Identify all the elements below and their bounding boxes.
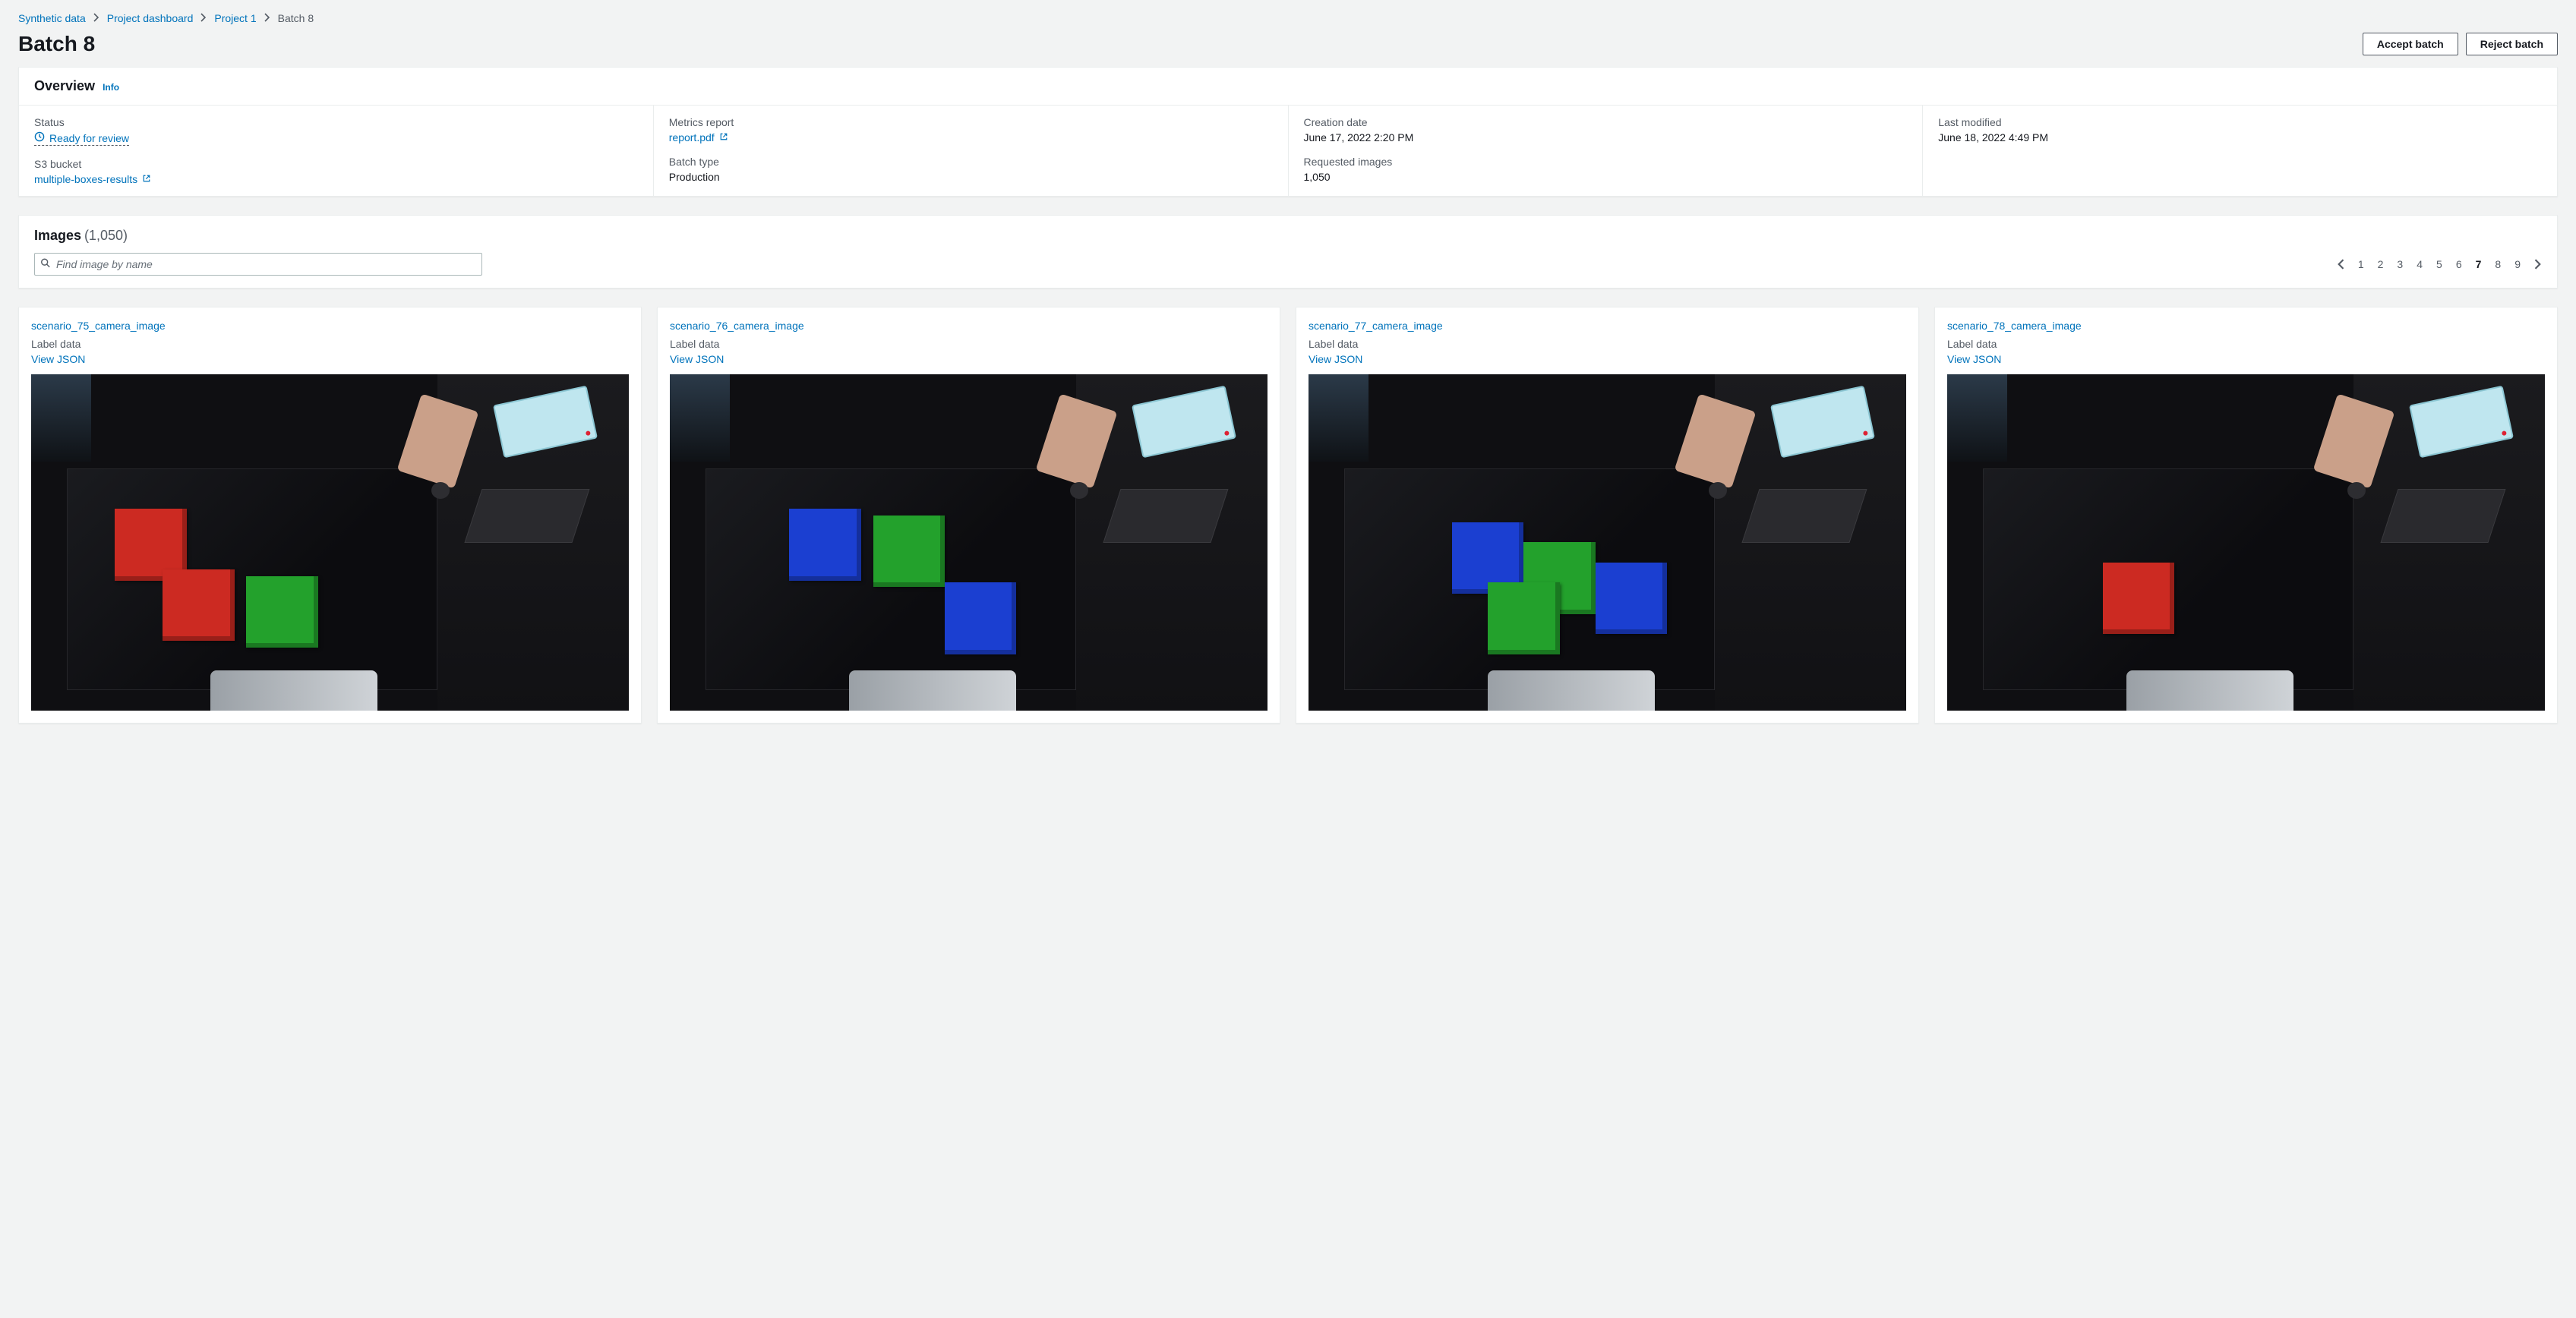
pagination-page-4[interactable]: 4 [2417, 258, 2423, 270]
chevron-right-icon [264, 12, 270, 24]
s3-bucket-label: S3 bucket [34, 158, 638, 170]
overview-info-link[interactable]: Info [103, 82, 119, 93]
breadcrumb-project-dashboard[interactable]: Project dashboard [107, 12, 194, 24]
requested-images-label: Requested images [1304, 156, 1908, 168]
pagination-next[interactable] [2534, 259, 2542, 270]
status-value-link[interactable]: Ready for review [34, 131, 129, 146]
status-label: Status [34, 116, 638, 128]
pagination-page-2[interactable]: 2 [2378, 258, 2384, 270]
search-icon [40, 258, 51, 271]
image-card: scenario_77_camera_image Label data View… [1296, 307, 1919, 724]
images-title: Images [34, 228, 81, 243]
chevron-right-icon [93, 12, 99, 24]
creation-date-label: Creation date [1304, 116, 1908, 128]
batch-type-label: Batch type [669, 156, 1273, 168]
external-link-icon [142, 173, 151, 185]
creation-date-value: June 17, 2022 2:20 PM [1304, 131, 1908, 143]
image-thumbnail[interactable] [1309, 374, 1906, 711]
pagination-page-3[interactable]: 3 [2397, 258, 2403, 270]
pagination: 1 2 3 4 5 6 7 8 9 [2337, 258, 2542, 270]
s3-bucket-text: multiple-boxes-results [34, 173, 137, 185]
metrics-report-link[interactable]: report.pdf [669, 131, 728, 143]
image-thumbnail[interactable] [670, 374, 1267, 711]
breadcrumb-project-1[interactable]: Project 1 [214, 12, 256, 24]
search-input[interactable] [34, 253, 482, 276]
page-title: Batch 8 [18, 32, 95, 56]
image-name-link[interactable]: scenario_78_camera_image [1947, 320, 2082, 332]
overview-panel: Overview Info Status Ready for review [18, 67, 2558, 197]
last-modified-label: Last modified [1938, 116, 2542, 128]
pagination-page-1[interactable]: 1 [2358, 258, 2364, 270]
label-data-text: Label data [670, 338, 1267, 350]
reject-batch-button[interactable]: Reject batch [2466, 33, 2558, 55]
images-panel: Images (1,050) 1 2 3 4 5 6 7 8 [18, 215, 2558, 289]
pagination-page-6[interactable]: 6 [2456, 258, 2462, 270]
status-value-text: Ready for review [49, 132, 129, 144]
chevron-right-icon [200, 12, 207, 24]
breadcrumb-current: Batch 8 [278, 12, 314, 24]
label-data-text: Label data [31, 338, 629, 350]
metrics-report-text: report.pdf [669, 131, 715, 143]
breadcrumb: Synthetic data Project dashboard Project… [18, 12, 2558, 24]
metrics-report-label: Metrics report [669, 116, 1273, 128]
pagination-page-5[interactable]: 5 [2436, 258, 2442, 270]
view-json-link[interactable]: View JSON [31, 353, 85, 365]
image-card: scenario_75_camera_image Label data View… [18, 307, 642, 724]
image-name-link[interactable]: scenario_77_camera_image [1309, 320, 1443, 332]
image-name-link[interactable]: scenario_75_camera_image [31, 320, 166, 332]
image-card-grid: scenario_75_camera_image Label data View… [18, 307, 2558, 724]
image-name-link[interactable]: scenario_76_camera_image [670, 320, 804, 332]
requested-images-value: 1,050 [1304, 171, 1908, 183]
s3-bucket-link[interactable]: multiple-boxes-results [34, 173, 151, 185]
view-json-link[interactable]: View JSON [1309, 353, 1362, 365]
view-json-link[interactable]: View JSON [1947, 353, 2001, 365]
last-modified-value: June 18, 2022 4:49 PM [1938, 131, 2542, 143]
breadcrumb-synthetic-data[interactable]: Synthetic data [18, 12, 86, 24]
image-card: scenario_78_camera_image Label data View… [1934, 307, 2558, 724]
label-data-text: Label data [1947, 338, 2545, 350]
external-link-icon [719, 131, 728, 143]
clock-icon [34, 131, 45, 144]
accept-batch-button[interactable]: Accept batch [2363, 33, 2458, 55]
pagination-page-7[interactable]: 7 [2476, 258, 2482, 270]
images-count: (1,050) [84, 228, 128, 243]
label-data-text: Label data [1309, 338, 1906, 350]
pagination-page-8[interactable]: 8 [2495, 258, 2501, 270]
batch-type-value: Production [669, 171, 1273, 183]
pagination-page-9[interactable]: 9 [2514, 258, 2521, 270]
image-thumbnail[interactable] [1947, 374, 2545, 711]
pagination-prev[interactable] [2337, 259, 2344, 270]
overview-title: Overview [34, 78, 95, 94]
view-json-link[interactable]: View JSON [670, 353, 724, 365]
image-card: scenario_76_camera_image Label data View… [657, 307, 1280, 724]
image-thumbnail[interactable] [31, 374, 629, 711]
